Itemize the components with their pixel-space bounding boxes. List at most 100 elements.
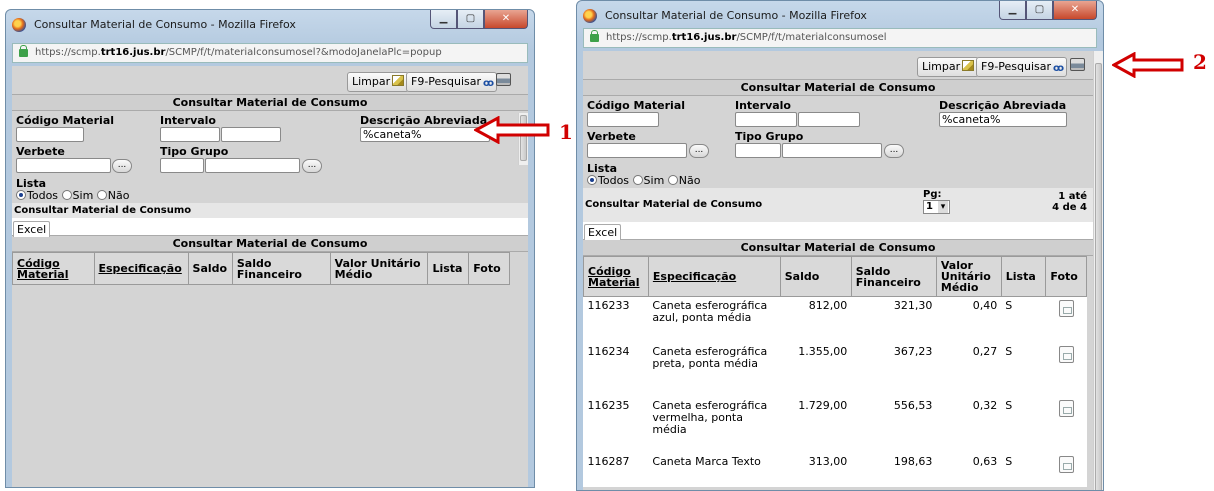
verbete-label: Verbete (16, 145, 65, 158)
right-scroll-thumb[interactable] (1095, 63, 1102, 490)
close-button[interactable]: ✕ (484, 10, 528, 29)
lista-radio-group: Todos Sim Não (16, 189, 130, 202)
left-url-bar[interactable]: https://scmp.trt16.jus.br/SCMP/f/t/mater… (12, 43, 528, 63)
right-section-title: Consultar Material de Consumo (583, 79, 1093, 96)
verbete-lookup-button[interactable]: ... (689, 144, 709, 158)
right-results-table: Código Material Especificação Saldo Sald… (583, 256, 1087, 487)
left-results-table: Código Material Especificação Saldo Sald… (12, 252, 510, 285)
codigo-label: Código Material (16, 114, 115, 127)
pesquisar-button[interactable]: F9-Pesquisar ꝏ (406, 72, 498, 92)
cell-codigo: 116235 (587, 398, 630, 412)
verbete-input[interactable] (587, 143, 687, 158)
close-button[interactable]: ✕ (1053, 1, 1097, 20)
col-valor-unitario: Valor Unitário Médio (935, 256, 1002, 297)
right-window-title: Consultar Material de Consumo - Mozilla … (605, 9, 867, 22)
col-foto: Foto (468, 252, 510, 285)
radio-sim[interactable] (61, 190, 72, 200)
arrow-2-icon (1112, 52, 1184, 78)
cell-lista: S (1005, 454, 1013, 468)
intervalo-start-input[interactable] (735, 112, 797, 127)
right-results-header: Consultar Material de Consumo Pg: 1 1 at… (583, 188, 1093, 222)
intervalo-end-input[interactable] (798, 112, 860, 127)
table-row[interactable]: 116234 Caneta esferográfica preta, ponta… (584, 343, 1087, 397)
table-row[interactable]: 116287 Caneta Marca Texto 313,00 198,63 … (584, 453, 1087, 487)
col-codigo[interactable]: Código Material (12, 252, 95, 285)
excel-button[interactable]: Excel (584, 224, 622, 240)
lock-icon (19, 45, 28, 57)
intervalo-end-input[interactable] (221, 127, 281, 142)
photo-icon[interactable] (1058, 455, 1074, 473)
left-window-titlebar: Consultar Material de Consumo - Mozilla … (6, 10, 534, 40)
tipo-grupo-lookup-button[interactable]: ... (302, 159, 322, 173)
url-prefix: https://scmp. (606, 32, 672, 43)
radio-nao[interactable] (667, 175, 678, 185)
tipo-grupo-desc-input[interactable] (205, 158, 300, 173)
table-row[interactable]: 116233 Caneta esferográfica azul, ponta … (584, 297, 1087, 343)
left-toolbar: Limpar F9-Pesquisar ꝏ (12, 66, 528, 94)
minimize-button[interactable]: ▁ (999, 1, 1026, 20)
cell-valor-unitario: 0,32 (972, 398, 998, 412)
right-url-bar[interactable]: https://scmp.trt16.jus.br/SCMP/f/t/mater… (583, 28, 1097, 48)
table-row[interactable]: 116235 Caneta esferográfica vermelha, po… (584, 397, 1087, 453)
printer-icon[interactable] (496, 73, 511, 86)
tipo-grupo-label: Tipo Grupo (735, 130, 804, 143)
photo-icon[interactable] (1058, 345, 1074, 363)
cell-valor-unitario: 0,40 (972, 299, 998, 312)
callout-2: 2 (1193, 50, 1207, 74)
limpar-button[interactable]: Limpar (347, 72, 410, 92)
cell-codigo: 116287 (587, 454, 630, 468)
radio-nao[interactable] (96, 190, 107, 200)
right-search-form: Código Material Intervalo Descrição Abre… (583, 96, 1093, 188)
radio-todos[interactable] (16, 190, 26, 200)
maximize-button[interactable]: ▢ (1026, 1, 1053, 20)
descricao-input[interactable]: %caneta% (360, 127, 490, 142)
pesquisar-button[interactable]: F9-Pesquisar ꝏ (976, 57, 1068, 77)
tipo-grupo-code-input[interactable] (735, 143, 781, 158)
arrow-1-icon (474, 116, 550, 144)
eraser-icon (962, 60, 975, 71)
intervalo-start-input[interactable] (160, 127, 220, 142)
cell-lista: S (1005, 299, 1013, 312)
col-saldo-financeiro: Saldo Financeiro (850, 256, 937, 297)
verbete-lookup-button[interactable]: ... (112, 159, 132, 173)
minimize-button[interactable]: ▁ (430, 10, 457, 29)
radio-todos[interactable] (587, 175, 597, 185)
right-scrollbar[interactable] (1093, 51, 1103, 490)
photo-icon[interactable] (1058, 300, 1074, 317)
intervalo-label: Intervalo (735, 99, 791, 112)
radio-sim[interactable] (632, 175, 643, 185)
cell-codigo: 116234 (587, 344, 630, 358)
cell-saldo: 1.355,00 (798, 344, 848, 358)
col-saldo: Saldo (187, 252, 233, 285)
cell-saldo-financeiro: 198,63 (893, 454, 933, 468)
photo-icon[interactable] (1058, 399, 1074, 417)
cell-lista: S (1005, 344, 1013, 358)
tipo-grupo-code-input[interactable] (160, 158, 204, 173)
col-saldo-financeiro: Saldo Financeiro (231, 252, 331, 285)
maximize-button[interactable]: ▢ (457, 10, 484, 29)
codigo-input[interactable] (16, 127, 84, 142)
intervalo-label: Intervalo (160, 114, 216, 127)
pg-label: Pg: (923, 189, 942, 200)
page-select[interactable]: 1 (923, 200, 950, 214)
cell-saldo-financeiro: 321,30 (893, 299, 933, 312)
descricao-input[interactable]: %caneta% (939, 112, 1067, 127)
codigo-input[interactable] (587, 112, 659, 127)
codigo-label: Código Material (587, 99, 686, 112)
cell-valor-unitario: 0,63 (972, 454, 998, 468)
left-grid-title: Consultar Material de Consumo (12, 235, 528, 252)
limpar-button[interactable]: Limpar (917, 57, 980, 77)
cell-saldo: 812,00 (808, 299, 848, 312)
verbete-input[interactable] (16, 158, 111, 173)
printer-icon[interactable] (1070, 58, 1085, 71)
tipo-grupo-lookup-button[interactable]: ... (884, 144, 904, 158)
url-path: /SCMP/f/t/materialconsumosel?&modoJanela… (165, 47, 442, 58)
tipo-grupo-desc-input[interactable] (782, 143, 882, 158)
col-especificacao[interactable]: Especificação (647, 256, 781, 297)
excel-button[interactable]: Excel (13, 221, 51, 237)
left-window-title: Consultar Material de Consumo - Mozilla … (34, 18, 296, 31)
col-especificacao[interactable]: Especificação (93, 252, 189, 285)
cell-especificacao: Caneta esferográfica vermelha, ponta méd… (652, 398, 768, 436)
cell-saldo-financeiro: 367,23 (893, 344, 933, 358)
col-codigo[interactable]: Código Material (583, 256, 649, 297)
